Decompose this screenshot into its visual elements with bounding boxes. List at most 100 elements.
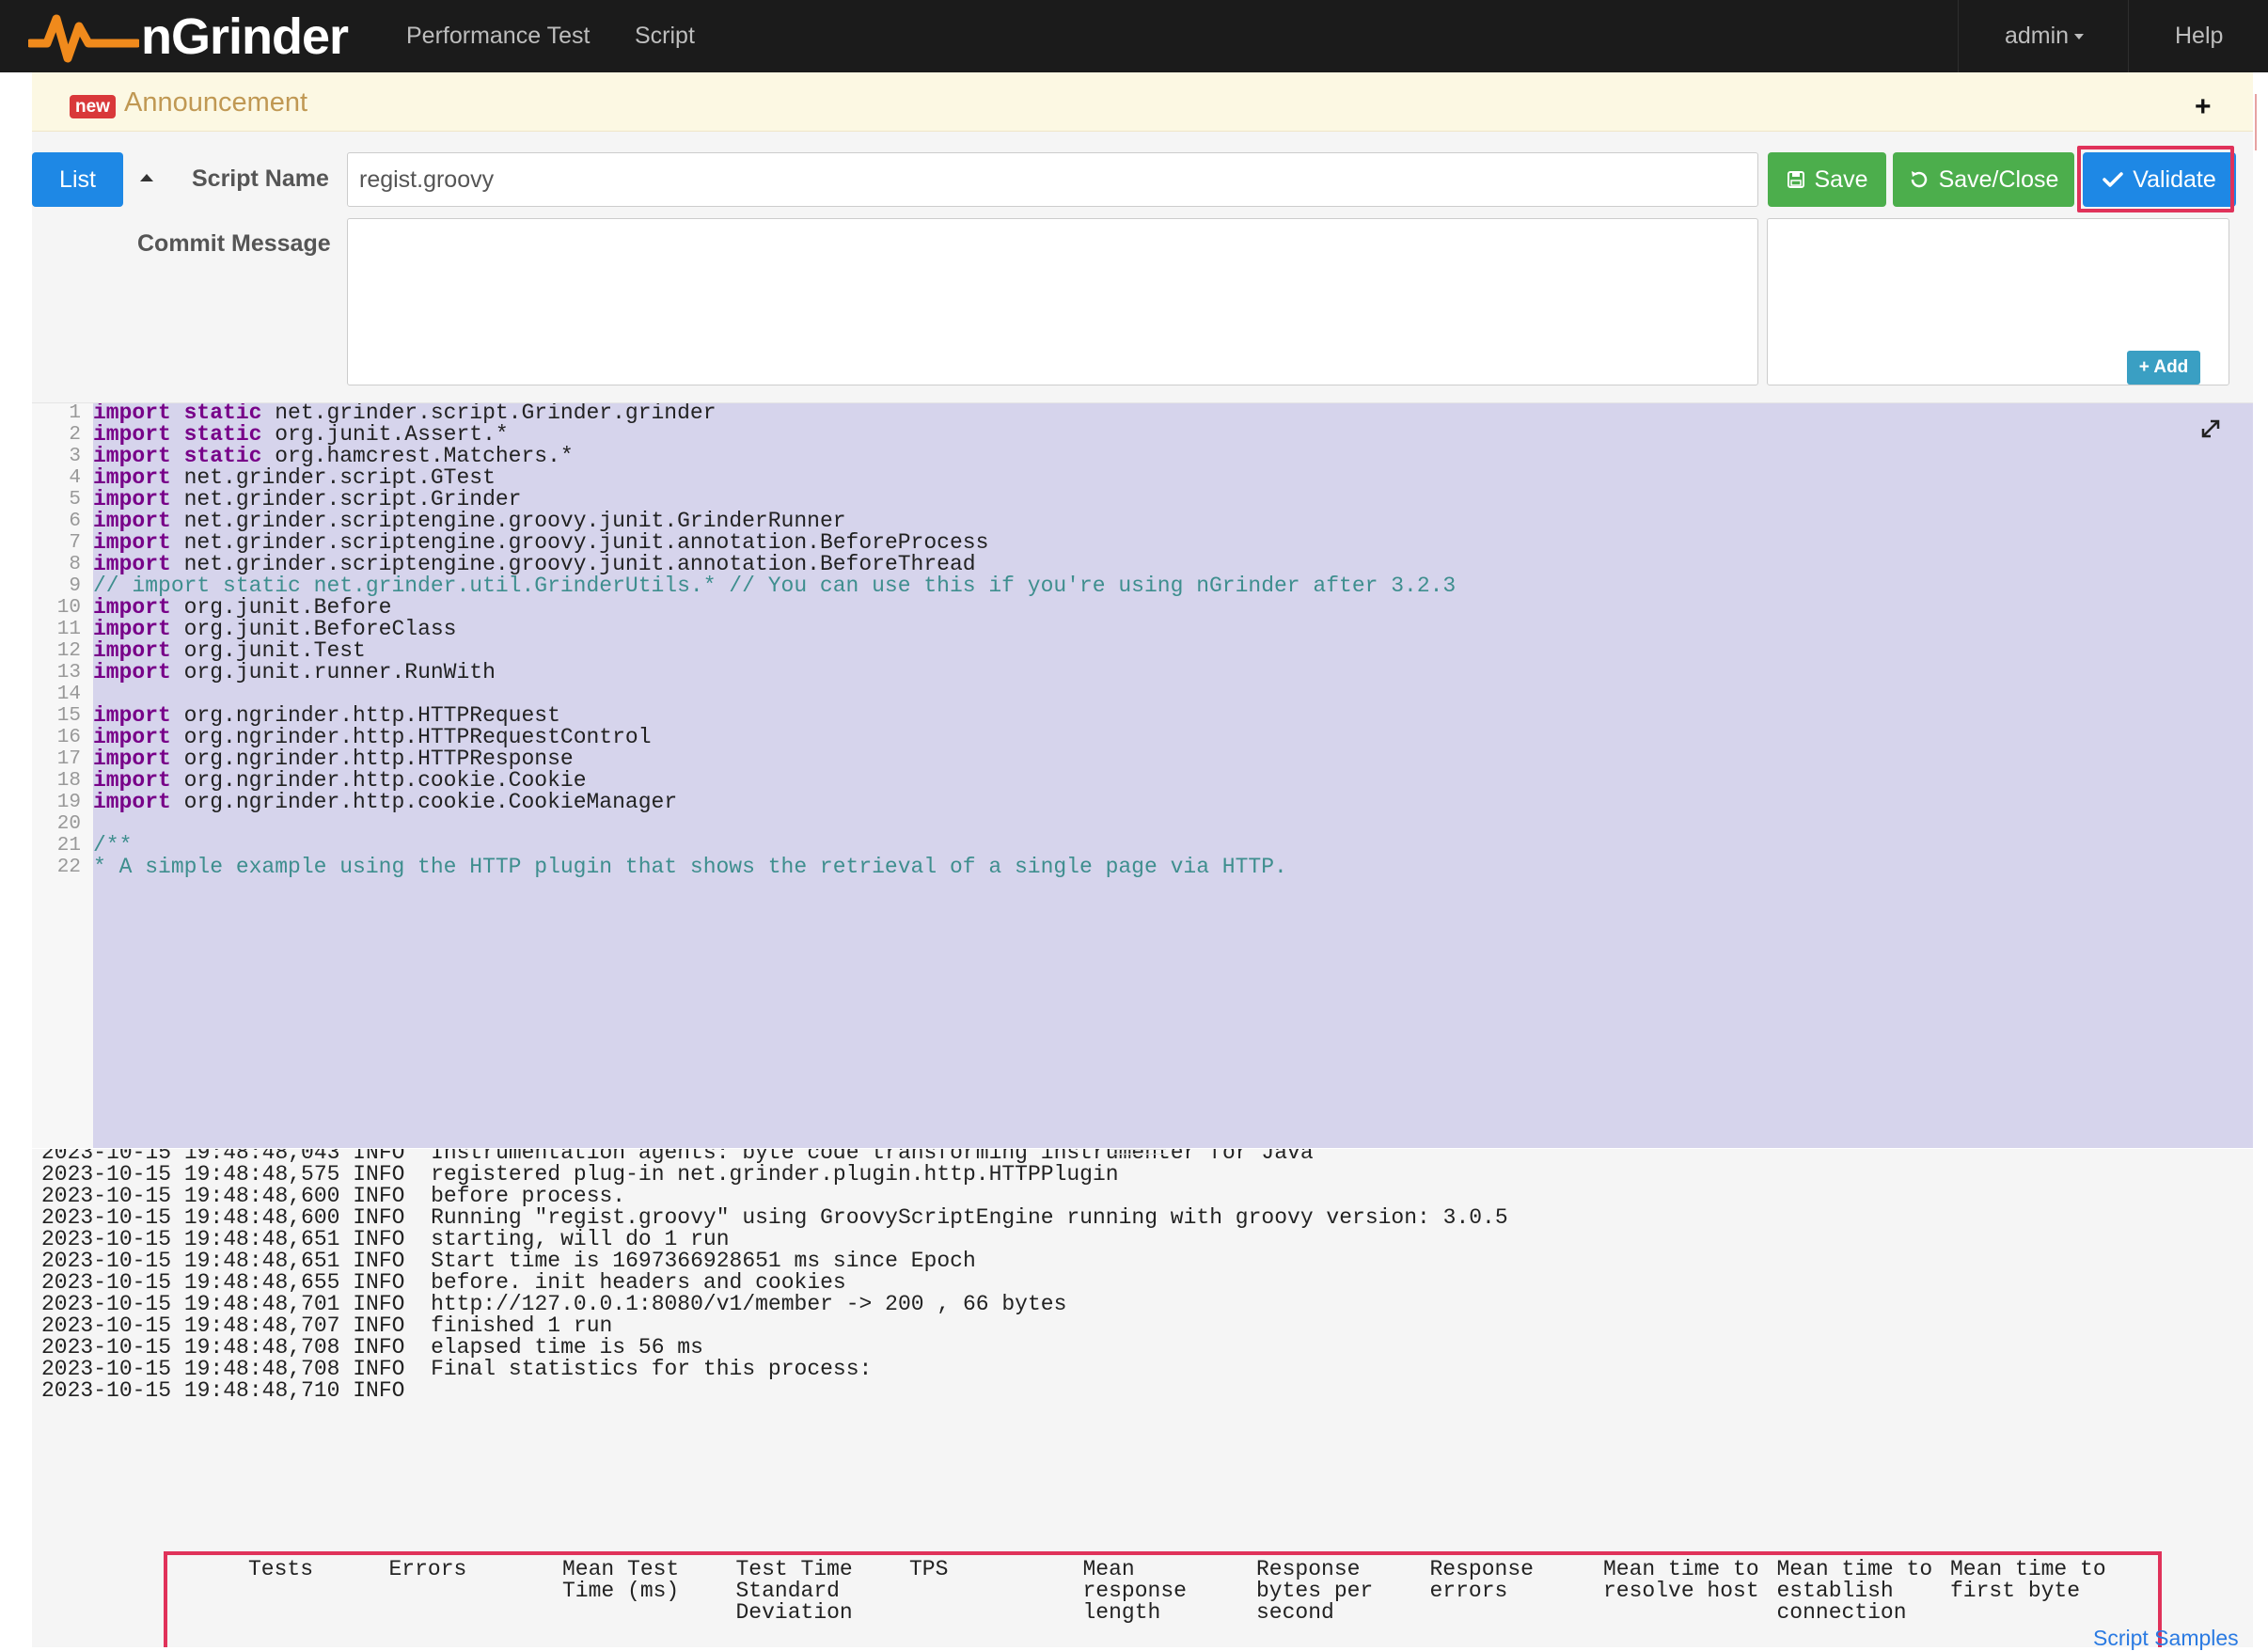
nav-help[interactable]: Help — [2175, 0, 2223, 72]
collapse-up-icon[interactable] — [140, 174, 153, 181]
script-name-label: Script Name — [192, 165, 329, 192]
log-line: 2023-10-15 19:48:48,651 INFO Start time … — [41, 1249, 976, 1273]
log-line: 2023-10-15 19:48:48,651 INFO starting, w… — [41, 1227, 730, 1251]
nav-performance-test[interactable]: Performance Test — [406, 0, 590, 72]
list-button[interactable]: List — [32, 152, 123, 207]
line-number: 18 — [56, 770, 81, 792]
expand-icon[interactable] — [2198, 417, 2223, 446]
statistics-column-header: Mean time to establish connection — [1776, 1557, 1933, 1625]
line-number: 19 — [56, 792, 81, 813]
save-button[interactable]: Save — [1768, 152, 1886, 207]
code-comment: * A simple example using the HTTP plugin… — [93, 855, 1287, 879]
validate-highlight-frame — [2077, 146, 2234, 212]
code-editor[interactable]: 1 2 3 4 5 6 7 8 9 10 11 12 13 14 15 16 17 18 19 20 21 22 impo… — [32, 403, 2253, 1148]
commit-message-textarea[interactable] — [347, 218, 1758, 385]
line-number: 8 — [69, 554, 81, 575]
line-number: 4 — [69, 467, 81, 489]
code-line[interactable]: import org.junit.Before — [93, 597, 391, 619]
code-line[interactable]: import org.ngrinder.http.HTTPRequestCont… — [93, 727, 652, 748]
keyword: import — [93, 660, 171, 684]
code-line[interactable]: // import static net.grinder.util.Grinde… — [93, 575, 1456, 597]
new-badge: new — [70, 95, 116, 118]
statistics-column-header: Errors — [388, 1557, 467, 1581]
save-close-button[interactable]: Save/Close — [1893, 152, 2074, 207]
statistics-column-header: Mean response length — [1082, 1557, 1187, 1625]
ngrinder-logo[interactable]: nGrinder — [28, 8, 349, 66]
code-line[interactable]: import org.ngrinder.http.cookie.CookieMa… — [93, 792, 677, 813]
line-number: 17 — [56, 748, 81, 770]
statistics-column-header: Mean time to first byte — [1950, 1557, 2106, 1603]
script-form: List Script Name regist.groovy Commit Me… — [32, 132, 2253, 403]
log-line: 2023-10-15 19:48:48,707 INFO finished 1 … — [41, 1313, 613, 1338]
line-number: 9 — [69, 575, 81, 597]
statistics-column-header: Tests — [248, 1557, 314, 1581]
code-text: org.junit.runner.RunWith — [170, 660, 496, 684]
code-line[interactable]: import org.ngrinder.http.HTTPResponse — [93, 748, 574, 770]
pulse-logo-icon — [28, 14, 139, 63]
plus-icon[interactable]: + — [2195, 93, 2212, 121]
line-number: 15 — [56, 705, 81, 727]
caret-down-icon — [2074, 34, 2085, 40]
code-line[interactable]: import net.grinder.script.GTest — [93, 467, 496, 489]
announcement-title[interactable]: Announcement — [124, 87, 307, 118]
script-name-input[interactable]: regist.groovy — [347, 152, 1758, 207]
code-line[interactable]: /** — [93, 835, 132, 857]
log-line: 2023-10-15 19:48:48,710 INFO — [41, 1378, 405, 1403]
code-line[interactable]: * A simple example using the HTTP plugin… — [93, 857, 1287, 878]
statistics-column-header: Response errors — [1429, 1557, 1534, 1603]
line-number: 3 — [69, 446, 81, 467]
code-line[interactable]: import static org.junit.Assert.* — [93, 424, 509, 446]
line-number: 5 — [69, 489, 81, 511]
log-line: 2023-10-15 19:48:48,701 INFO http://127.… — [41, 1292, 1067, 1316]
add-host-button[interactable]: + Add — [2127, 351, 2200, 385]
save-label: Save — [1814, 165, 1868, 193]
code-line[interactable]: import net.grinder.scriptengine.groovy.j… — [93, 511, 846, 532]
code-line[interactable]: import org.junit.runner.RunWith — [93, 662, 496, 684]
code-line[interactable]: import net.grinder.scriptengine.groovy.j… — [93, 554, 976, 575]
code-text: org.ngrinder.http.cookie.CookieManager — [170, 790, 678, 814]
statistics-column-header: TPS — [909, 1557, 949, 1581]
logo-text: nGrinder — [141, 8, 349, 65]
line-number: 12 — [56, 640, 81, 662]
log-line: 2023-10-15 19:48:48,708 INFO elapsed tim… — [41, 1335, 703, 1360]
statistics-column-header: Response bytes per second — [1256, 1557, 1374, 1625]
code-line[interactable]: import net.grinder.script.Grinder — [93, 489, 522, 511]
code-line[interactable]: import static org.hamcrest.Matchers.* — [93, 446, 574, 467]
validation-log: 2023-10-15 19:48:48,043 INFO Instrumenta… — [32, 1149, 2253, 1647]
statistics-column-header: Test Time Standard Deviation — [735, 1557, 853, 1625]
code-content[interactable]: import static net.grinder.script.Grinder… — [93, 403, 2253, 1148]
line-number: 20 — [56, 813, 81, 835]
line-number: 21 — [56, 835, 81, 857]
line-number: 14 — [56, 684, 81, 705]
nav-divider — [1958, 0, 1959, 72]
commit-message-label: Commit Message — [137, 230, 331, 257]
line-number: 6 — [69, 511, 81, 532]
line-number: 16 — [56, 727, 81, 748]
line-number: 1 — [69, 403, 81, 424]
line-number: 7 — [69, 532, 81, 554]
nav-admin-menu[interactable]: admin — [2005, 0, 2085, 72]
line-number: 22 — [56, 857, 81, 878]
resize-handle[interactable] — [1110, 1149, 1166, 1155]
code-line[interactable]: import org.junit.BeforeClass — [93, 619, 456, 640]
nav-divider — [2128, 0, 2129, 72]
code-line[interactable]: import org.ngrinder.http.HTTPRequest — [93, 705, 560, 727]
floppy-disk-icon — [1787, 170, 1805, 189]
save-close-label: Save/Close — [1938, 165, 2059, 193]
log-line: 2023-10-15 19:48:48,600 INFO before proc… — [41, 1184, 626, 1208]
refresh-icon — [1909, 169, 1929, 190]
statistics-column-header: Mean Test Time (ms) — [562, 1557, 680, 1603]
code-line[interactable]: import org.ngrinder.http.cookie.Cookie — [93, 770, 587, 792]
code-line[interactable]: import org.junit.Test — [93, 640, 366, 662]
statistics-column-header: Mean time to resolve host — [1603, 1557, 1759, 1603]
line-number-gutter: 1 2 3 4 5 6 7 8 9 10 11 12 13 14 15 16 17 18 19 20 21 22 — [32, 403, 93, 1148]
top-navbar: nGrinder Performance Test Script admin H… — [0, 0, 2268, 72]
code-line[interactable]: import static net.grinder.script.Grinder… — [93, 403, 717, 424]
keyword: import — [93, 790, 171, 814]
announcement-bar: new Announcement + — [32, 72, 2253, 132]
nav-script[interactable]: Script — [635, 0, 695, 72]
admin-label: admin — [2005, 23, 2070, 49]
code-line[interactable]: import net.grinder.scriptengine.groovy.j… — [93, 532, 988, 554]
line-number: 10 — [56, 597, 81, 619]
line-number: 13 — [56, 662, 81, 684]
